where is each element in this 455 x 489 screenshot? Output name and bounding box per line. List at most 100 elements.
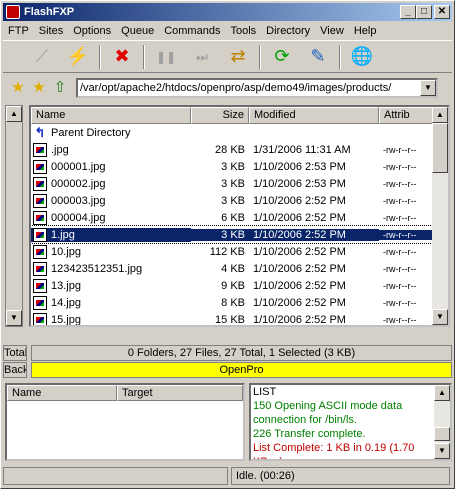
log-scrollbar[interactable]: ▲ ▼ (434, 385, 450, 459)
scroll-up-button[interactable]: ▲ (434, 385, 450, 401)
menu-options[interactable]: Options (68, 25, 116, 37)
file-modified: 1/10/2006 2:52 PM (253, 245, 346, 258)
transfer-queue[interactable]: Name Target (5, 383, 245, 461)
image-file-icon (33, 295, 47, 310)
table-row[interactable]: 10.jpg 112 KB 1/10/2006 2:52 PM -rw-r--r-- (31, 243, 448, 260)
file-name: 15.jpg (51, 313, 81, 326)
menu-commands[interactable]: Commands (159, 25, 225, 37)
status-idle-text: Idle. (00:26) (231, 467, 450, 485)
table-row[interactable]: 15.jpg 15 KB 1/10/2006 2:52 PM -rw-r--r-- (31, 311, 448, 326)
column-name[interactable]: Name (31, 107, 191, 124)
menu-view[interactable]: View (315, 25, 349, 37)
up-arrow-icon: ↰ (34, 125, 46, 140)
file-attrib: -rw-r--r-- (379, 229, 434, 240)
file-name: 000002.jpg (51, 177, 106, 190)
scroll-down-button[interactable]: ▼ (434, 443, 450, 459)
title-bar[interactable]: FlashFXP _ □ ✕ (3, 3, 452, 21)
queue-column-target[interactable]: Target (117, 385, 243, 401)
queue-column-name[interactable]: Name (7, 385, 117, 401)
local-pane-scrollbar[interactable]: ▲ ▼ (5, 105, 23, 327)
chevron-down-icon[interactable]: ▼ (420, 80, 436, 96)
close-button[interactable]: ✕ (434, 5, 450, 19)
file-attrib: -rw-r--r-- (383, 178, 417, 189)
pause-icon[interactable]: ❚❚ (151, 43, 181, 71)
toolbar: ⟋ ⚡ ✖ ❚❚ ⏭ ⇄ ⟳ ✎ 🌐 (3, 40, 452, 73)
table-row[interactable]: 000001.jpg 3 KB 1/10/2006 2:53 PM -rw-r--r-… (31, 158, 448, 175)
menu-ftp[interactable]: FTP (3, 25, 34, 37)
image-file-icon (33, 142, 47, 157)
file-size: 112 KB (209, 245, 245, 258)
skip-icon[interactable]: ⏭ (187, 43, 217, 71)
edit-icon[interactable]: ✎ (303, 43, 333, 71)
file-attrib: -rw-r--r-- (383, 195, 417, 206)
scroll-up-button[interactable]: ▲ (6, 106, 22, 122)
file-name: 13.jpg (51, 279, 81, 292)
table-row[interactable]: 000002.jpg 3 KB 1/10/2006 2:53 PM -rw-r--r-… (31, 175, 448, 192)
scroll-down-button[interactable]: ▼ (6, 310, 22, 326)
table-row[interactable]: 000004.jpg 6 KB 1/10/2006 2:52 PM -rw-r--r-… (31, 209, 448, 226)
file-list-scrollbar[interactable]: ▲ ▼ (432, 107, 448, 325)
menu-tools[interactable]: Tools (225, 25, 261, 37)
file-status-row: Total ( 0 Folders, 27 Files, 27 Total, 1… (3, 345, 452, 361)
log-lines: LIST 150 Opening ASCII mode data connect… (251, 385, 434, 459)
file-modified: 1/10/2006 2:52 PM (253, 262, 346, 275)
column-attrib[interactable]: Attrib (379, 107, 434, 124)
maximize-button[interactable]: □ (416, 5, 432, 19)
file-size: 3 KB (221, 177, 245, 190)
connect-icon[interactable]: ⟋ (27, 43, 57, 71)
file-attrib: -rw-r--r-- (383, 314, 417, 325)
toolbar-separator (259, 44, 261, 69)
table-row[interactable]: 123423512351.jpg 4 KB 1/10/2006 2:52 PM -rw… (31, 260, 448, 277)
session-log[interactable]: LIST 150 Opening ASCII mode data connect… (249, 383, 452, 461)
menu-sites[interactable]: Sites (34, 25, 68, 37)
file-name: 000004.jpg (51, 211, 106, 224)
scroll-thumb[interactable] (432, 123, 448, 173)
table-row[interactable]: 1.jpg 3 KB 1/10/2006 2:52 PM -rw-r--r-- (31, 225, 448, 244)
column-size[interactable]: Size (191, 107, 249, 124)
menu-directory[interactable]: Directory (261, 25, 315, 37)
menu-queue[interactable]: Queue (116, 25, 159, 37)
app-logo-icon (6, 5, 20, 19)
path-combobox[interactable]: /var/opt/apache2/htdocs/openpro/asp/demo… (76, 78, 438, 98)
file-modified: 1/10/2006 2:52 PM (253, 194, 346, 207)
table-row[interactable]: .jpg 28 KB 1/31/2006 11:31 AM -rw-r--r-- (31, 141, 448, 158)
remote-file-list[interactable]: Name Size Modified Attrib ↰ Parent Direct… (29, 105, 450, 327)
refresh-icon[interactable]: ⟳ (267, 43, 297, 71)
file-size: 3 KB (221, 194, 245, 207)
transfer-icon[interactable]: ⇄ (223, 43, 253, 71)
disconnect-icon[interactable]: ✖ (107, 43, 137, 71)
address-bar: ★ ★ ⇧ /var/opt/apache2/htdocs/openpro/as… (3, 75, 452, 101)
file-modified: 1/31/2006 11:31 AM (253, 143, 351, 156)
image-file-icon (33, 159, 47, 174)
file-name: .jpg (51, 143, 69, 156)
file-attrib: -rw-r--r-- (383, 280, 417, 291)
file-list-header: Name Size Modified Attrib (31, 107, 448, 124)
column-modified[interactable]: Modified (249, 107, 379, 124)
image-file-icon (33, 210, 47, 225)
file-name: 10.jpg (51, 245, 81, 258)
table-row[interactable]: 13.jpg 9 KB 1/10/2006 2:52 PM -rw-r--r-- (31, 277, 448, 294)
image-file-icon (33, 193, 47, 208)
scroll-up-button[interactable]: ▲ (432, 107, 448, 123)
window-title: FlashFXP (24, 6, 75, 18)
menu-help[interactable]: Help (349, 25, 382, 37)
status-left-panel (3, 467, 228, 485)
parent-directory-row[interactable]: ↰ Parent Directory (31, 124, 448, 141)
globe-icon[interactable]: 🌐 (347, 43, 377, 71)
table-row[interactable]: 14.jpg 8 KB 1/10/2006 2:52 PM -rw-r--r-- (31, 294, 448, 311)
up-folder-icon[interactable]: ⇧ (51, 79, 69, 97)
file-attrib: -rw-r--r-- (383, 144, 417, 155)
add-favorite-icon[interactable]: ★ (30, 79, 48, 97)
toolbar-separator (339, 44, 341, 69)
file-modified: 1/10/2006 2:53 PM (253, 160, 346, 173)
scroll-thumb[interactable] (434, 427, 450, 441)
file-attrib: -rw-r--r-- (383, 246, 417, 257)
table-row[interactable]: 000003.jpg 3 KB 1/10/2006 2:52 PM -rw-r--r-… (31, 192, 448, 209)
favorite-star-icon[interactable]: ★ (9, 79, 27, 97)
toolbar-separator (99, 44, 101, 69)
minimize-button[interactable]: _ (400, 5, 416, 19)
file-attrib: -rw-r--r-- (383, 161, 417, 172)
scroll-down-button[interactable]: ▼ (432, 309, 448, 325)
quick-connect-icon[interactable]: ⚡ (63, 43, 93, 71)
file-modified: 1/10/2006 2:52 PM (253, 296, 346, 309)
